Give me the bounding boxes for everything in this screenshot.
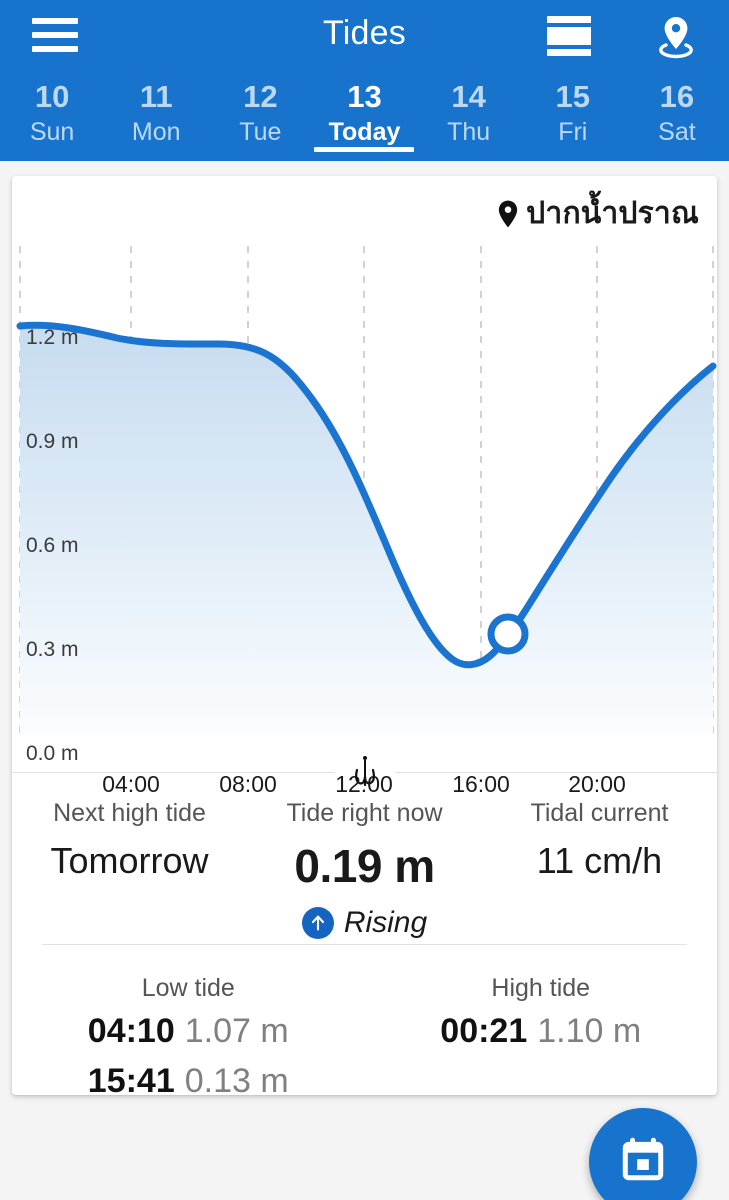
low-tide-row-1: 04:10 1.07 m <box>12 1008 365 1056</box>
high-tide-time: 00:21 <box>440 1012 528 1050</box>
low-tide-time: 04:10 <box>87 1012 175 1050</box>
date-number: 11 <box>139 79 173 114</box>
section-divider <box>42 944 687 945</box>
arrow-up-circle-icon <box>301 906 334 939</box>
date-item-13-today[interactable]: 13 Today <box>312 70 416 161</box>
stat-tide-right-now: Tide right now 0.19 m Rising <box>247 796 482 940</box>
stat-label: Tidal current <box>530 799 669 827</box>
stat-label: Tide right now <box>286 799 443 827</box>
date-item-16[interactable]: 16 Sat <box>625 70 729 161</box>
date-item-15[interactable]: 15 Fri <box>521 70 625 161</box>
date-weekday: Today <box>328 117 401 146</box>
stat-value: 11 cm/h <box>536 840 663 881</box>
divider-line-left <box>12 771 335 773</box>
table-view-icon[interactable] <box>547 16 591 56</box>
stat-tidal-current: Tidal current 11 cm/h <box>482 796 717 940</box>
tide-stats-row: Next high tide Tomorrow Tide right now 0… <box>12 796 717 940</box>
low-tide-row-2: 15:41 0.13 m <box>12 1058 365 1095</box>
current-tide-marker <box>487 613 529 655</box>
app-bar: Tides 10 Sun 11 Mon 12 Tue 13 Today 14 T… <box>0 0 729 161</box>
tide-times-section: Low tide 04:10 1.07 m 15:41 0.13 m High ti… <box>12 971 717 1095</box>
date-weekday: Sun <box>29 117 75 146</box>
y-tick-2: 0.9 m <box>26 430 79 453</box>
stat-next-high-tide: Next high tide Tomorrow <box>12 796 247 940</box>
date-number: 13 <box>347 79 382 114</box>
date-number: 15 <box>555 79 591 114</box>
low-tide-column: Low tide 04:10 1.07 m 15:41 0.13 m <box>12 971 365 1095</box>
date-weekday: Sat <box>658 117 696 146</box>
date-item-10[interactable]: 10 Sun <box>0 70 104 161</box>
tide-card: ปากน้ำปราณ 1.2 m 0.9 m 0.6 m 0.3 m 0.0 m… <box>12 176 717 1095</box>
high-tide-height: 1.10 m <box>537 1012 642 1050</box>
date-number: 16 <box>659 79 695 114</box>
divider-line-right <box>394 771 717 773</box>
date-number: 12 <box>243 79 278 114</box>
low-tide-header: Low tide <box>141 974 235 1002</box>
date-item-14[interactable]: 14 Thu <box>417 70 521 161</box>
tide-trend-label: Rising <box>343 905 428 939</box>
high-tide-row-1: 00:21 1.10 m <box>365 1008 718 1056</box>
location-pin-icon[interactable] <box>652 12 700 60</box>
date-number: 10 <box>34 79 70 114</box>
selected-day-indicator <box>314 147 415 152</box>
low-tide-height: 0.13 m <box>184 1061 289 1095</box>
app-bar-top: Tides <box>0 0 729 70</box>
app-screen: Tides 10 Sun 11 Mon 12 Tue 13 Today 14 T… <box>0 0 729 1200</box>
page-title: Tides <box>323 14 406 52</box>
high-tide-column: High tide 00:21 1.10 m <box>365 971 718 1095</box>
low-tide-time: 15:41 <box>87 1061 175 1095</box>
date-item-11[interactable]: 11 Mon <box>104 70 208 161</box>
stat-label: Next high tide <box>53 799 206 827</box>
date-weekday: Thu <box>447 117 491 146</box>
stat-value: Tomorrow <box>50 840 209 881</box>
high-tide-header: High tide <box>491 974 591 1002</box>
hook-divider <box>12 754 717 790</box>
fishing-hook-icon <box>335 755 395 789</box>
tide-area-fill <box>20 325 713 736</box>
date-number: 14 <box>451 79 486 114</box>
tide-trend: Rising <box>247 906 482 940</box>
date-weekday: Mon <box>131 117 181 146</box>
date-strip: 10 Sun 11 Mon 12 Tue 13 Today 14 Thu 15 <box>0 70 729 161</box>
low-tide-height: 1.07 m <box>184 1012 289 1050</box>
y-tick-4: 0.3 m <box>26 638 79 661</box>
date-item-12[interactable]: 12 Tue <box>208 70 312 161</box>
calendar-icon <box>618 1135 668 1190</box>
y-tick-3: 0.6 m <box>26 534 79 557</box>
date-weekday: Fri <box>558 117 588 146</box>
y-tick-1: 1.2 m <box>26 326 79 349</box>
stat-value: 0.19 m <box>294 840 435 892</box>
date-weekday: Tue <box>239 117 282 146</box>
calendar-fab-button[interactable] <box>589 1108 697 1200</box>
